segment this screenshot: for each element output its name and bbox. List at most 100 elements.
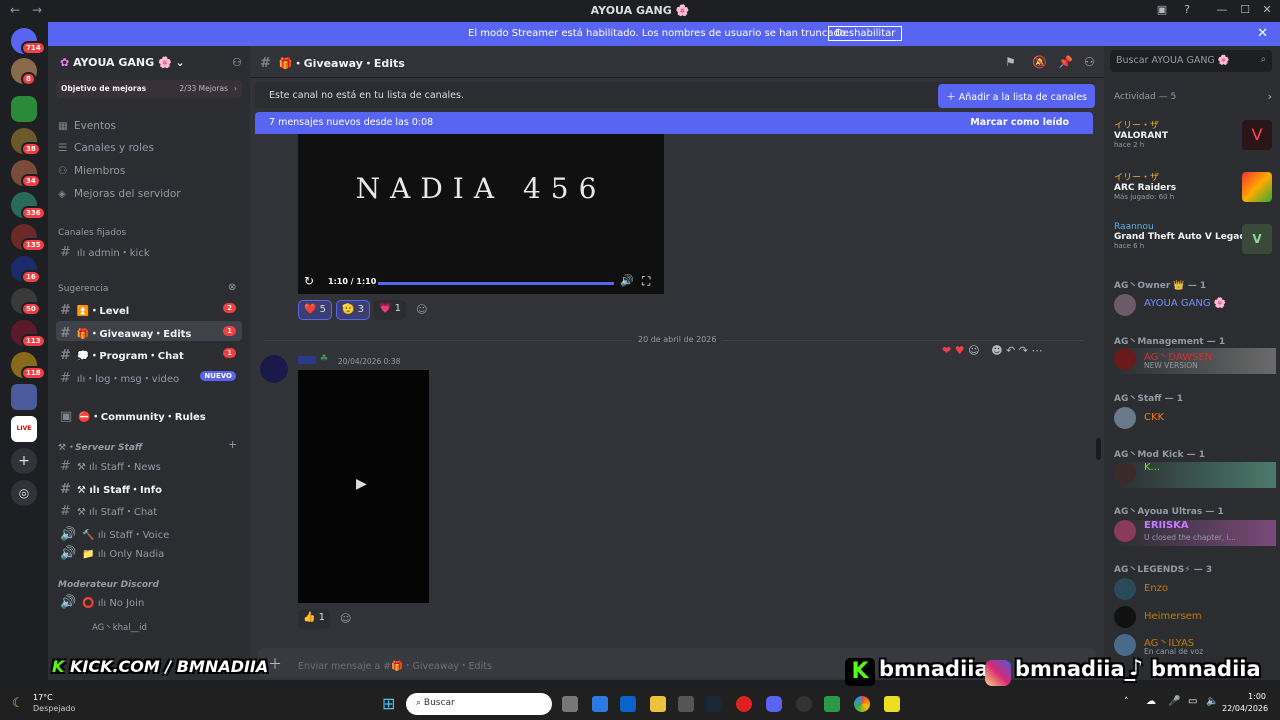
- members-item[interactable]: ⚇ Miembros: [58, 165, 125, 177]
- forward-icon[interactable]: ↷: [1019, 344, 1028, 357]
- app-icon[interactable]: [824, 696, 840, 712]
- live-server-icon[interactable]: LIVE: [11, 416, 37, 442]
- taskbar-search[interactable]: ⌕ Buscar: [406, 693, 552, 715]
- channel-staff-chat[interactable]: # ⚒ ılı Staff・Chat: [56, 499, 242, 519]
- outlook-icon[interactable]: [620, 696, 636, 712]
- fullscreen-icon[interactable]: ⛶: [642, 274, 650, 289]
- reaction[interactable]: ❤️ 5: [298, 300, 333, 320]
- mark-read-button[interactable]: Marcar como leído: [970, 117, 1069, 128]
- member-item[interactable]: ERIISKA U closed the chapter, i...: [1114, 520, 1276, 546]
- username-redacted[interactable]: [298, 356, 316, 364]
- member-item[interactable]: AYOUA GANG 🌸: [1114, 294, 1276, 318]
- play-icon[interactable]: ▶: [356, 476, 367, 492]
- channel-log-msg-video[interactable]: # ılı・log・msg・video NUEVO: [56, 366, 242, 386]
- voice-no-join[interactable]: 🔊 ⭕ ılı No Join: [56, 594, 242, 614]
- video-player[interactable]: NADIA 456 ↻ 1:10 / 1:10 🔊 ⛶: [298, 134, 664, 294]
- more-icon[interactable]: ⋯: [1031, 344, 1042, 357]
- explore-icon[interactable]: ◎: [11, 480, 37, 506]
- activity-card[interactable]: イリー・ザ VALORANT hace 2 h V: [1114, 118, 1272, 152]
- pin-icon[interactable]: 📌: [1058, 55, 1073, 69]
- app-icon[interactable]: [678, 696, 694, 712]
- server-name-header[interactable]: ✿ AYOUA GANG 🌸 ⌄: [60, 56, 185, 69]
- server-boosts-item[interactable]: ◈ Mejoras del servidor: [58, 188, 181, 200]
- store-icon[interactable]: [592, 696, 608, 712]
- avatar[interactable]: [260, 355, 288, 383]
- pinned-channel[interactable]: # ılı admin・kick: [56, 240, 242, 260]
- network-icon[interactable]: ▭: [1188, 696, 1197, 707]
- voice-staff-voice[interactable]: 🔊 🔨 ılı Staff・Voice: [56, 522, 242, 542]
- category-serveur-staff[interactable]: ⚒・Serveur Staff: [58, 440, 142, 453]
- disable-streamer-button[interactable]: Deshabilitar: [828, 26, 903, 41]
- obs-icon[interactable]: [796, 696, 812, 712]
- reaction[interactable]: 🫡 3: [336, 300, 371, 320]
- reaction[interactable]: 👍 1: [298, 609, 331, 629]
- member-item[interactable]: Enzo: [1114, 578, 1276, 602]
- close-window-icon[interactable]: ✕: [1260, 3, 1274, 17]
- inbox-icon[interactable]: ▣: [1155, 3, 1169, 17]
- volume-icon[interactable]: 🔈: [1206, 696, 1218, 707]
- clock-time[interactable]: 1:00: [1226, 692, 1266, 701]
- tray-icon[interactable]: 🎤: [1168, 696, 1180, 707]
- tray-icon[interactable]: ☁: [1146, 696, 1156, 707]
- add-reaction-icon[interactable]: ☻: [991, 344, 1002, 357]
- member-item[interactable]: CKK: [1114, 407, 1276, 431]
- server-icon[interactable]: [11, 384, 37, 410]
- add-reaction-icon[interactable]: ☺: [416, 303, 427, 316]
- boost-goal-bar[interactable]: Objetivo de mejoras 2/33 Mejoras ›: [56, 80, 242, 98]
- add-to-channel-list-button[interactable]: ＋ Añadir a la lista de canales: [938, 84, 1095, 108]
- minimize-icon[interactable]: —: [1215, 3, 1229, 17]
- weather-icon[interactable]: ☾: [12, 696, 24, 711]
- chrome-icon[interactable]: [854, 696, 870, 712]
- reply-icon[interactable]: ↶: [1006, 344, 1015, 357]
- volume-icon[interactable]: 🔊: [620, 274, 634, 287]
- video-attachment[interactable]: ▶: [298, 370, 429, 603]
- add-reaction-icon[interactable]: ☺: [340, 612, 351, 625]
- close-banner-icon[interactable]: ✕: [1257, 26, 1268, 41]
- chevron-right-icon[interactable]: ›: [1268, 90, 1272, 103]
- member-item[interactable]: K...: [1114, 462, 1276, 488]
- steam-icon[interactable]: [706, 696, 722, 712]
- reaction-heart-icon[interactable]: ❤: [942, 344, 951, 357]
- scrollbar-thumb[interactable]: [1096, 438, 1101, 460]
- add-user-icon[interactable]: ⚇: [232, 56, 242, 69]
- category-moderateur[interactable]: Moderateur Discord: [58, 580, 159, 590]
- activity-card[interactable]: イリー・ザ ARC Raiders Más jugado: 60 h: [1114, 170, 1272, 204]
- maximize-icon[interactable]: ☐: [1238, 3, 1252, 17]
- new-messages-bar[interactable]: 7 mensajes nuevos desde las 0:08 Marcar …: [255, 112, 1093, 134]
- activity-card[interactable]: Raannou Grand Theft Auto V Legacy hace 6…: [1114, 222, 1272, 256]
- threads-icon[interactable]: ⚑: [1005, 55, 1016, 69]
- channel-staff-info[interactable]: # ⚒ ılı Staff・Info: [56, 477, 242, 497]
- channel-staff-news[interactable]: # ⚒ ılı Staff・News: [56, 454, 242, 474]
- member-item[interactable]: AG丶DAWSEN NEW VERSION: [1114, 348, 1276, 374]
- member-list-icon[interactable]: ⚇: [1084, 55, 1095, 69]
- channels-roles-item[interactable]: ☰ Canales y roles: [58, 142, 154, 154]
- member-item[interactable]: Heimersem: [1114, 606, 1276, 630]
- voice-member[interactable]: AG丶khal__id: [88, 617, 274, 637]
- server-icon[interactable]: [11, 96, 37, 122]
- replay-icon[interactable]: ↻: [304, 274, 314, 288]
- upload-icon[interactable]: ＋: [268, 654, 282, 674]
- sticky-notes-icon[interactable]: [884, 696, 900, 712]
- notifications-icon[interactable]: 🔕: [1032, 55, 1047, 69]
- help-icon[interactable]: ?: [1180, 3, 1194, 17]
- channel-program-chat[interactable]: # 💭・Program・Chat 1: [56, 343, 242, 363]
- clock-date[interactable]: 22/04/2026: [1222, 704, 1268, 713]
- reaction[interactable]: 💗 1: [374, 300, 407, 320]
- file-explorer-icon[interactable]: [650, 696, 666, 712]
- add-server-icon[interactable]: +: [11, 448, 37, 474]
- discord-icon[interactable]: [766, 696, 782, 712]
- dismiss-icon[interactable]: ⊗: [228, 282, 236, 293]
- start-icon[interactable]: ⊞: [382, 694, 395, 713]
- voice-only-nadia[interactable]: 🔊 📁 ılı Only Nadia: [56, 545, 242, 565]
- channel-community-rules[interactable]: ▣ ⛔・Community・Rules: [56, 404, 242, 424]
- task-view-icon[interactable]: [562, 696, 578, 712]
- video-progress-track[interactable]: [378, 282, 614, 285]
- add-channel-icon[interactable]: +: [228, 438, 237, 451]
- reaction-salute-icon[interactable]: ☺: [968, 344, 979, 357]
- opera-icon[interactable]: [736, 696, 752, 712]
- reaction-heart-icon[interactable]: ♥: [955, 344, 965, 357]
- events-item[interactable]: ▦ Eventos: [58, 120, 116, 132]
- channel-giveaway-edits[interactable]: # 🎁・Giveaway・Edits 1: [56, 321, 242, 341]
- member-item[interactable]: AG丶ILYAS En canal de voz: [1114, 634, 1276, 658]
- search-input[interactable]: Buscar AYOUA GANG 🌸 ⌕: [1110, 50, 1272, 72]
